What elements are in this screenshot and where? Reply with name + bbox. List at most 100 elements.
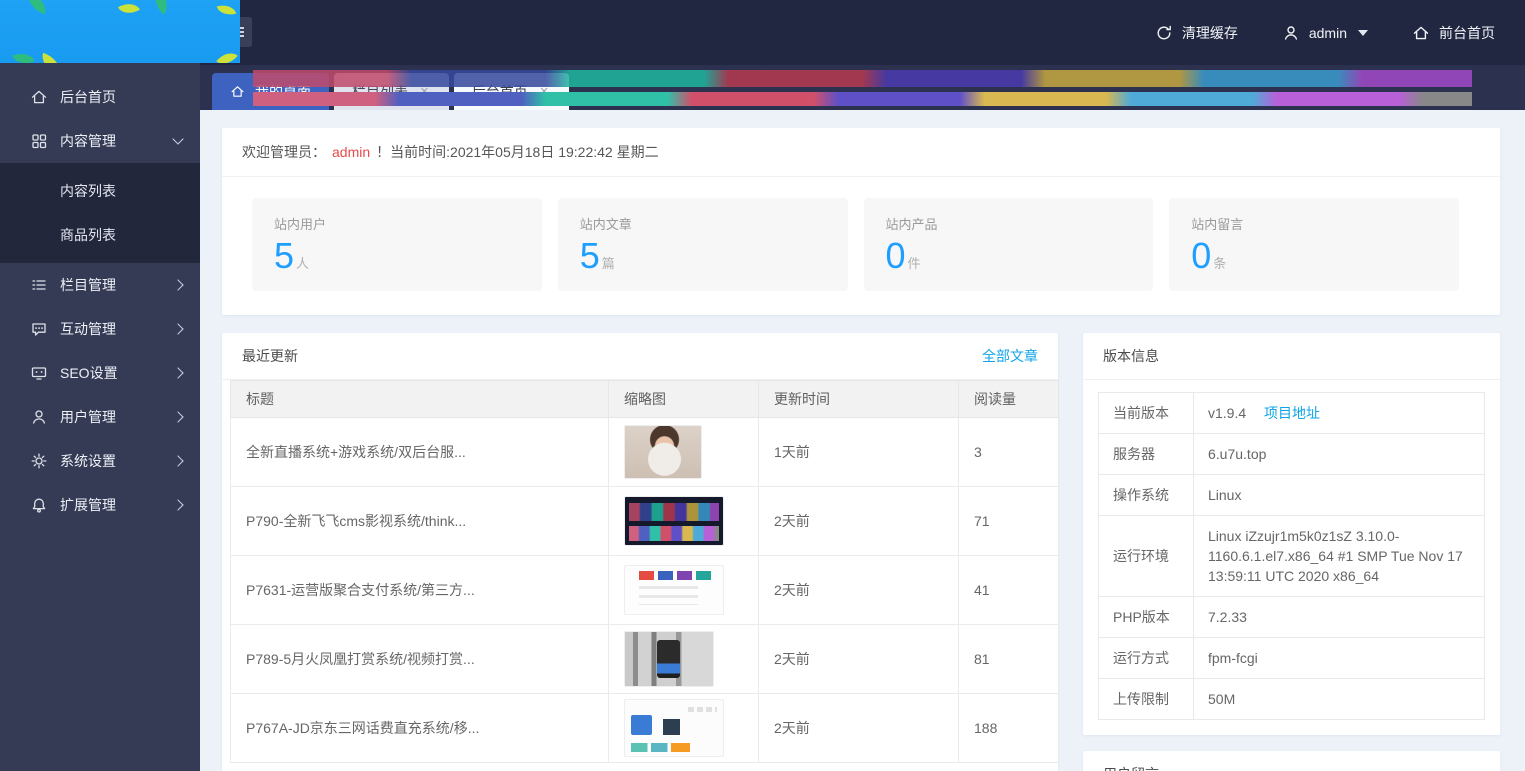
welcome-username: admin	[332, 144, 370, 160]
version-info-title: 版本信息	[1103, 346, 1159, 366]
php-version-value: 7.2.33	[1194, 597, 1485, 638]
recent-updates-panel: 最近更新 全部文章 标题 缩略图 更新时间 阅读量	[222, 333, 1058, 771]
home-icon	[230, 84, 245, 99]
sidebar-item-label: 用户管理	[60, 407, 174, 427]
sidebar-subitem-product-list[interactable]: 商品列表	[0, 213, 200, 257]
article-thumbnail	[624, 631, 714, 687]
stat-label: 站内文章	[580, 214, 826, 233]
version-row-label: 运行环境	[1099, 516, 1194, 597]
user-messages-title: 用户留言	[1103, 764, 1159, 771]
leaf-decoration	[38, 53, 64, 63]
article-title[interactable]: 全新直播系统+游戏系统/双后台服...	[231, 418, 609, 487]
recent-updates-title: 最近更新	[242, 346, 298, 366]
sidebar-subitem-content-list[interactable]: 内容列表	[0, 169, 200, 213]
article-views: 81	[959, 625, 1059, 694]
stat-value: 0	[1191, 235, 1211, 276]
column-header-time: 更新时间	[759, 381, 959, 418]
sidebar-item-content-management[interactable]: 内容管理	[0, 119, 200, 163]
run-mode-value: fpm-fcgi	[1194, 638, 1485, 679]
stat-unit: 件	[908, 256, 921, 271]
table-row[interactable]: P767A-JD京东三网话费直充系统/移... 2天前 188	[231, 694, 1059, 763]
sidebar-item-user-management[interactable]: 用户管理	[0, 395, 200, 439]
sidebar-item-label: SEO设置	[60, 363, 174, 383]
article-thumbnail	[624, 425, 702, 479]
table-row[interactable]: P790-全新飞飞cms影视系统/think... 2天前 71	[231, 487, 1059, 556]
grid-icon	[30, 132, 48, 150]
username-label: admin	[1309, 25, 1347, 41]
user-menu[interactable]: admin	[1282, 24, 1368, 42]
os-value: Linux	[1194, 475, 1485, 516]
leaf-decoration	[24, 0, 50, 14]
stat-card-articles: 站内文章 5篇	[558, 198, 848, 291]
stat-value: 0	[886, 235, 906, 276]
version-row-label: 运行方式	[1099, 638, 1194, 679]
chevron-right-icon	[172, 411, 183, 422]
chevron-right-icon	[172, 499, 183, 510]
article-thumbnail	[624, 496, 724, 546]
current-version-value: v1.9.4	[1208, 405, 1246, 421]
sidebar-item-dashboard[interactable]: 后台首页	[0, 75, 200, 119]
close-icon[interactable]: ×	[418, 82, 431, 101]
article-time: 1天前	[759, 418, 959, 487]
screen-icon	[30, 364, 48, 382]
article-title[interactable]: P767A-JD京东三网话费直充系统/移...	[231, 694, 609, 763]
sidebar-item-extension-management[interactable]: 扩展管理	[0, 483, 200, 527]
stat-value: 5	[580, 235, 600, 276]
article-views: 41	[959, 556, 1059, 625]
welcome-prefix: 欢迎管理员：	[242, 144, 326, 160]
column-header-thumb: 缩略图	[609, 381, 759, 418]
environment-value: Linux iZzujr1m5k0z1sZ 3.10.0-1160.6.1.el…	[1194, 516, 1485, 597]
table-row[interactable]: 全新直播系统+游戏系统/双后台服... 1天前 3	[231, 418, 1059, 487]
user-messages-panel: 用户留言	[1083, 751, 1500, 771]
article-time: 2天前	[759, 487, 959, 556]
stat-unit: 篇	[602, 256, 615, 271]
stat-unit: 人	[296, 256, 309, 271]
all-articles-link[interactable]: 全部文章	[982, 346, 1038, 366]
article-views: 188	[959, 694, 1059, 763]
sidebar-item-system-settings[interactable]: 系统设置	[0, 439, 200, 483]
project-url-link[interactable]: 项目地址	[1264, 405, 1320, 421]
article-time: 2天前	[759, 625, 959, 694]
version-info-table: 当前版本 v1.9.4 项目地址 服务器 6.u7u.top 操作系统 Linu…	[1098, 392, 1485, 720]
site-logo[interactable]	[0, 0, 240, 63]
table-row[interactable]: P789-5月火凤凰打赏系统/视频打赏... 2天前 81	[231, 625, 1059, 694]
server-value: 6.u7u.top	[1194, 434, 1485, 475]
article-title[interactable]: P7631-运营版聚合支付系统/第三方...	[231, 556, 609, 625]
home-icon	[1412, 24, 1430, 42]
sidebar-item-label: 后台首页	[60, 87, 182, 107]
column-header-views: 阅读量	[959, 381, 1059, 418]
clear-cache-label: 清理缓存	[1182, 23, 1238, 43]
leaf-decoration	[12, 49, 34, 63]
article-views: 71	[959, 487, 1059, 556]
sidebar-item-interaction-management[interactable]: 互动管理	[0, 307, 200, 351]
front-home-button[interactable]: 前台首页	[1412, 23, 1495, 43]
sidebar-subitem-label: 商品列表	[60, 225, 116, 245]
welcome-stats-panel: 欢迎管理员： admin ！当前时间:2021年05月18日 19:22:42 星期…	[222, 128, 1500, 315]
list-icon	[30, 276, 48, 294]
main-content: 欢迎管理员： admin ！当前时间:2021年05月18日 19:22:42 星期…	[200, 110, 1525, 771]
tab-column-list[interactable]: 栏目列表 ×	[334, 73, 449, 110]
stat-label: 站内留言	[1191, 214, 1437, 233]
tab-bar: 我的桌面 栏目列表 × 后台首页 ×	[200, 65, 1525, 110]
chevron-right-icon	[172, 323, 183, 334]
version-row-label: 操作系统	[1099, 475, 1194, 516]
clear-cache-button[interactable]: 清理缓存	[1155, 23, 1238, 43]
article-time: 2天前	[759, 694, 959, 763]
tab-label: 栏目列表	[352, 82, 408, 102]
sidebar-item-column-management[interactable]: 栏目管理	[0, 263, 200, 307]
upload-limit-value: 50M	[1194, 679, 1485, 720]
chevron-right-icon	[172, 367, 183, 378]
chevron-down-icon	[172, 133, 183, 144]
article-title[interactable]: P790-全新飞飞cms影视系统/think...	[231, 487, 609, 556]
welcome-message: 欢迎管理员： admin ！当前时间:2021年05月18日 19:22:42 星期…	[222, 128, 1500, 177]
column-header-title: 标题	[231, 381, 609, 418]
sidebar-subitem-label: 内容列表	[60, 181, 116, 201]
welcome-datetime: ！当前时间:2021年05月18日 19:22:42 星期二	[376, 144, 658, 160]
leaf-decoration	[216, 47, 238, 63]
content-management-submenu: 内容列表 商品列表	[0, 163, 200, 263]
sidebar-item-label: 系统设置	[60, 451, 174, 471]
table-row[interactable]: P7631-运营版聚合支付系统/第三方... 2天前 41	[231, 556, 1059, 625]
stat-unit: 条	[1213, 256, 1226, 271]
sidebar-item-seo-settings[interactable]: SEO设置	[0, 351, 200, 395]
article-title[interactable]: P789-5月火凤凰打赏系统/视频打赏...	[231, 625, 609, 694]
